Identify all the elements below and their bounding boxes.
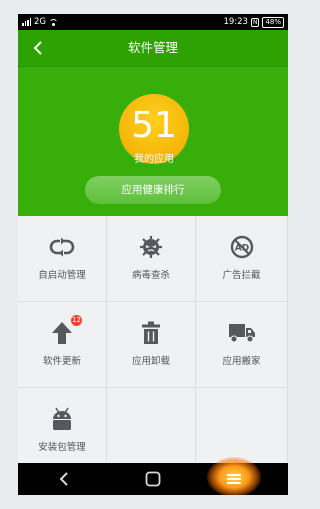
truck-icon bbox=[228, 324, 255, 343]
app-health-rank-button[interactable]: 应用健康排行 bbox=[85, 176, 221, 204]
grid-item-ad-block[interactable]: AD 广告拦截 bbox=[196, 216, 288, 302]
autostart-icon bbox=[49, 237, 75, 257]
nav-back-icon bbox=[59, 472, 68, 486]
grid-item-label: 自启动管理 bbox=[38, 270, 86, 281]
grid-item-uninstall[interactable]: 应用卸载 bbox=[107, 302, 196, 388]
app-count-label: 我的应用 bbox=[134, 154, 174, 165]
menu-icon bbox=[227, 474, 241, 484]
nav-home-icon bbox=[145, 471, 161, 487]
phone-screen: 2G 19:23 N 48% 软件管理 51 我的应用 应用健康排行 自启动管理… bbox=[18, 14, 288, 495]
page-title: 软件管理 bbox=[127, 40, 178, 55]
nav-menu-button[interactable] bbox=[204, 463, 264, 495]
status-bar: 2G 19:23 N 48% bbox=[18, 14, 288, 30]
grid-item-software-update[interactable]: 12 软件更新 bbox=[18, 302, 107, 388]
grid-item-app-move[interactable]: 应用搬家 bbox=[196, 302, 288, 388]
summary-header: 软件管理 51 我的应用 应用健康排行 bbox=[18, 30, 288, 216]
nav-back-button[interactable] bbox=[34, 463, 94, 495]
signal-icon bbox=[22, 18, 31, 26]
trash-icon bbox=[142, 321, 160, 344]
wifi-icon bbox=[49, 18, 58, 26]
clock: 19:23 bbox=[223, 17, 248, 27]
grid-item-label: 病毒查杀 bbox=[131, 270, 170, 281]
feature-grid: 自启动管理 病毒查杀 AD 广 bbox=[18, 216, 288, 478]
update-arrow-icon bbox=[52, 322, 72, 344]
grid-item-label: 广告拦截 bbox=[222, 270, 261, 281]
network-type: 2G bbox=[34, 17, 46, 27]
grid-item-label: 应用搬家 bbox=[222, 356, 261, 367]
app-bar: 软件管理 bbox=[18, 30, 288, 67]
ad-block-icon: AD bbox=[230, 235, 253, 259]
grid-item-label: 应用卸载 bbox=[131, 356, 170, 367]
grid-item-autostart[interactable]: 自启动管理 bbox=[18, 216, 107, 302]
android-icon bbox=[53, 407, 71, 430]
navigation-bar bbox=[18, 457, 288, 495]
virus-scan-icon bbox=[140, 236, 162, 258]
grid-item-virus-scan[interactable]: 病毒查杀 bbox=[107, 216, 196, 302]
nav-home-button[interactable] bbox=[123, 463, 183, 495]
update-count-badge: 12 bbox=[71, 315, 82, 326]
grid-item-label: 软件更新 bbox=[42, 356, 81, 367]
nfc-icon: N bbox=[250, 17, 260, 27]
grid-item-label: 安装包管理 bbox=[38, 442, 86, 453]
app-count: 51 bbox=[131, 105, 177, 146]
battery-indicator: 48% bbox=[262, 16, 284, 28]
